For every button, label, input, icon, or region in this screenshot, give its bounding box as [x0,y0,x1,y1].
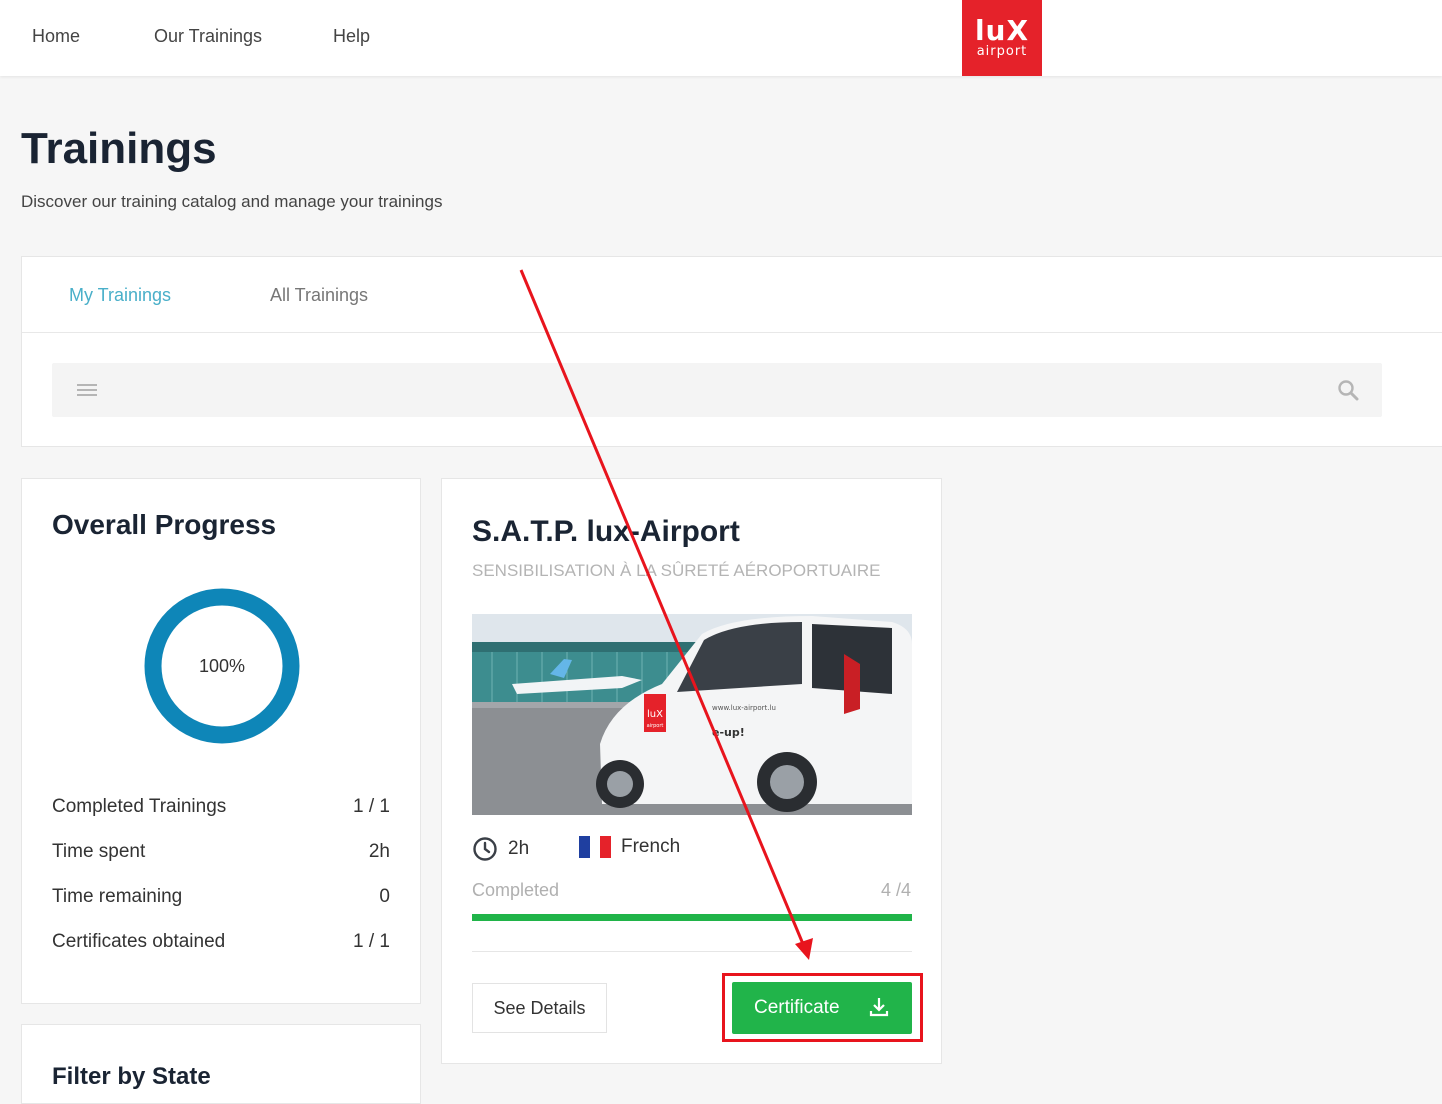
training-status: Completed [472,880,560,900]
image-site-text: www.lux-airport.lu [712,704,776,712]
stat-label: Time remaining [52,886,183,907]
training-progress-bar [472,914,912,921]
tab-all-trainings[interactable]: All Trainings [270,285,368,306]
filter-by-state-title: Filter by State [52,1063,211,1090]
tab-my-trainings[interactable]: My Trainings [69,285,171,306]
card-divider [472,951,912,952]
search-bar [52,363,1382,417]
nav-help-link[interactable]: Help [333,26,370,47]
stat-value: 1 / 1 [353,796,390,817]
tabs-divider [22,332,1442,333]
lux-airport-logo[interactable]: luX airport [962,0,1042,76]
training-card: S.A.T.P. lux-Airport SENSIBILISATION À L… [441,478,942,1064]
page-subtitle: Discover our training catalog and manage… [21,192,443,211]
training-progress-fill [472,914,912,921]
stat-label: Completed Trainings [52,796,227,817]
stat-label: Time spent [52,841,146,862]
menu-icon[interactable] [76,381,98,399]
image-brand-text: e-up! [712,726,745,739]
nav-our-trainings-link[interactable]: Our Trainings [154,26,262,47]
stat-value: 2h [368,841,390,862]
overall-progress-title: Overall Progress [52,509,277,540]
stat-time-spent: Time spent 2h [52,841,390,863]
training-language: French [579,836,680,858]
search-input[interactable] [116,371,1310,411]
trainings-tabs-panel: My Trainings All Trainings [21,256,1442,447]
french-flag-icon [579,836,612,858]
training-cover-image[interactable]: luX airport www.lux-airport.lu e-up! [472,614,912,815]
image-badge-text: luX [647,709,663,720]
nav-home-link[interactable]: Home [32,26,80,47]
overall-progress-card: Overall Progress 100% Completed Training… [21,478,421,1004]
training-subtitle: SENSIBILISATION À LA SÛRETÉ AÉROPORTUAIR… [472,561,881,580]
download-icon [869,998,889,1017]
training-progress-count: 4 /4 [880,880,911,900]
training-duration: 2h [472,836,529,862]
duration-value: 2h [508,838,530,859]
see-details-button[interactable]: See Details [472,983,607,1033]
stat-time-remaining: Time remaining 0 [52,886,390,908]
stat-value: 0 [379,886,390,907]
filter-by-state-card: Filter by State [21,1024,421,1104]
stat-certificates-obtained: Certificates obtained 1 / 1 [52,931,390,953]
page-title: Trainings [21,124,217,173]
language-value: French [621,836,681,857]
clock-icon [473,837,497,861]
stat-value: 1 / 1 [353,931,390,952]
image-badge-subtext: airport [647,723,664,729]
stat-label: Certificates obtained [52,931,226,952]
training-title: S.A.T.P. lux-Airport [472,515,740,548]
search-icon[interactable] [1336,378,1360,402]
progress-percent-label: 100% [198,655,246,676]
certificate-download-button[interactable]: Certificate [732,982,912,1034]
certificate-button-label: Certificate [754,997,840,1018]
logo-text-airport: airport [976,44,1028,59]
logo-text-lux: luX [974,14,1030,47]
stat-completed-trainings: Completed Trainings 1 / 1 [52,796,390,818]
top-navigation: Home Our Trainings Help luX airport [0,0,1442,76]
